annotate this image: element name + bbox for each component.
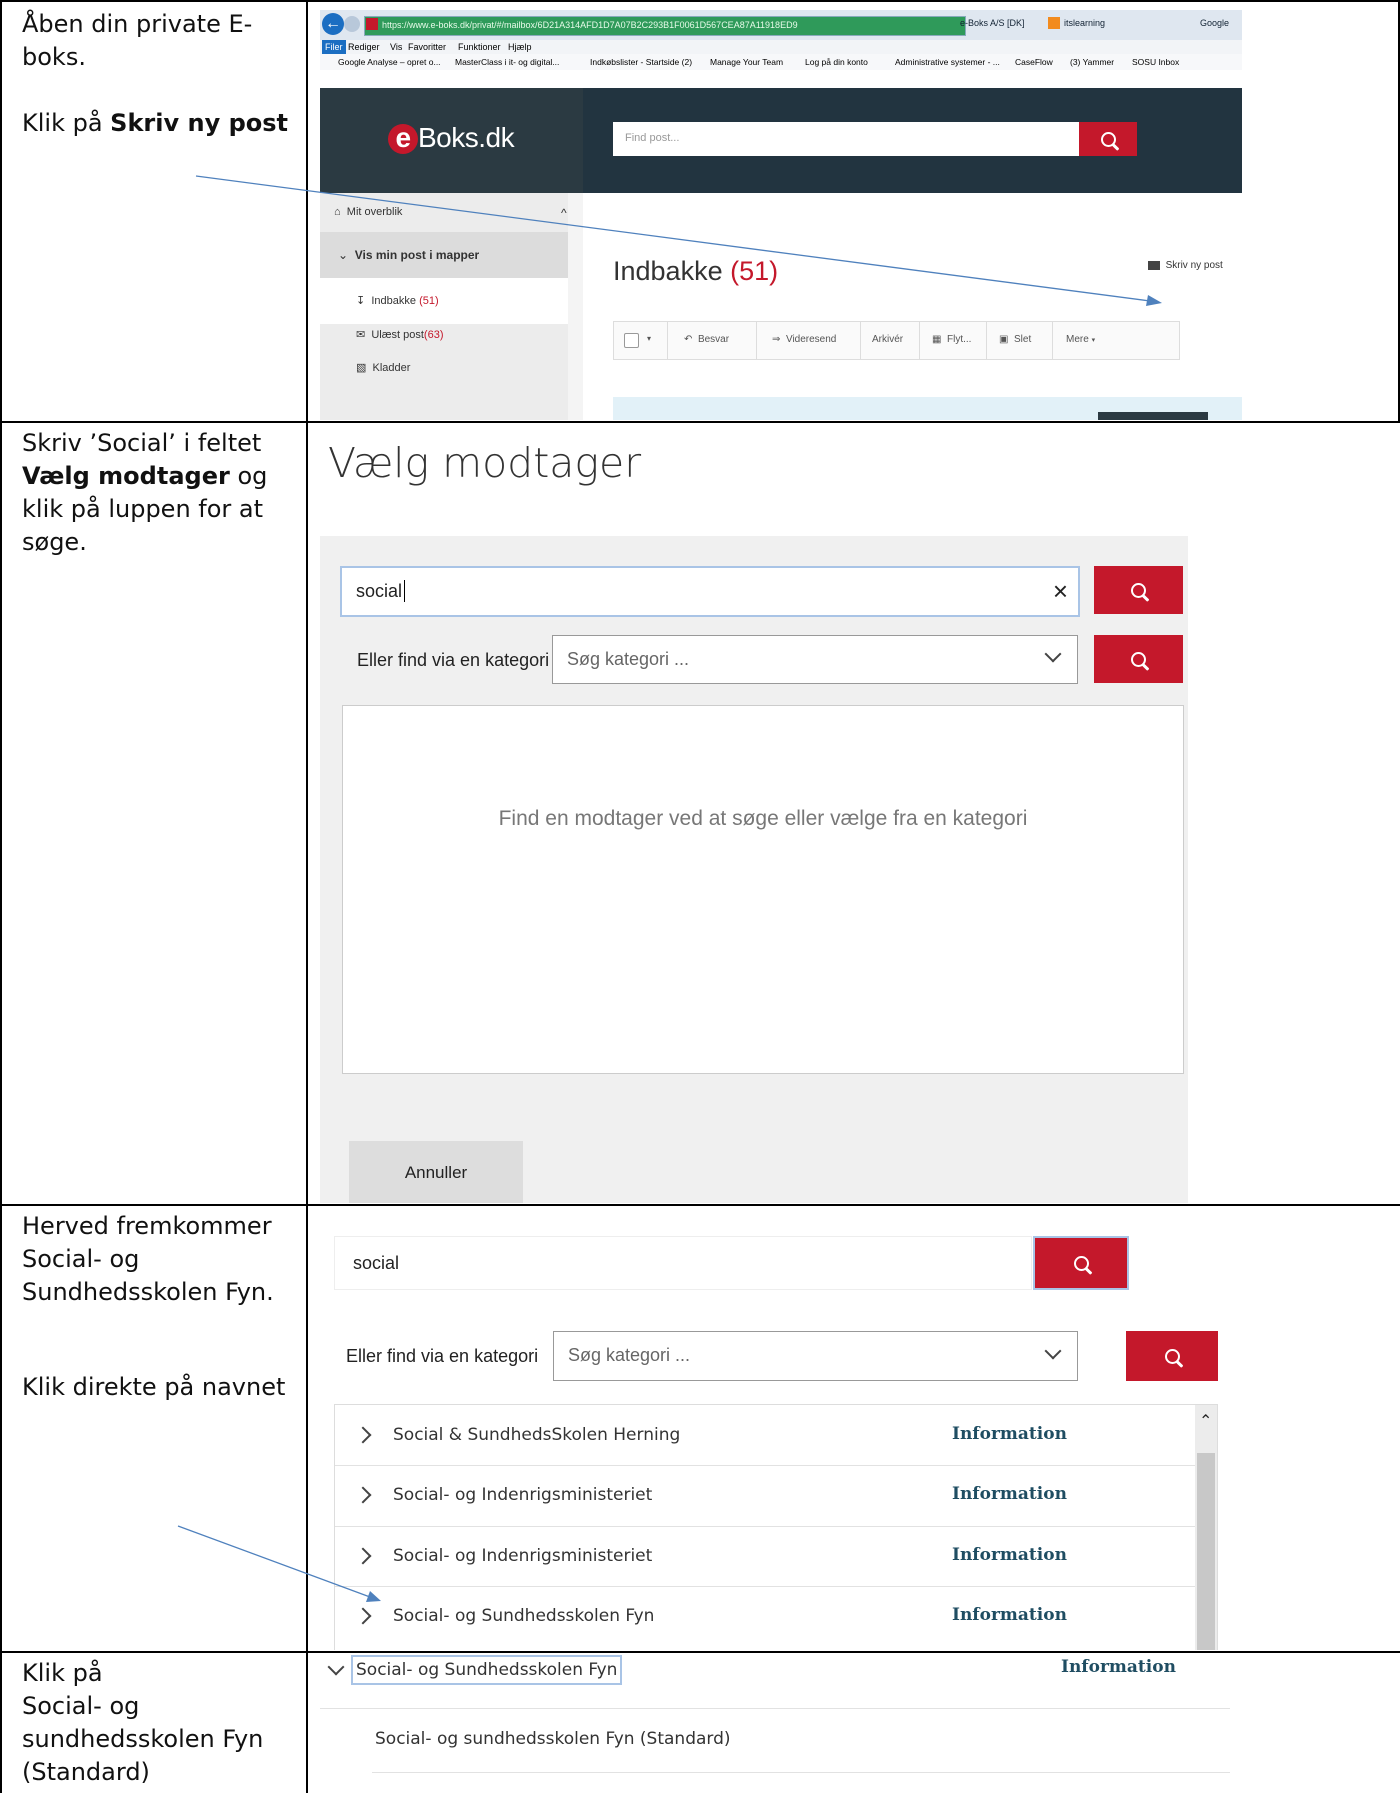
arrow-line-1 bbox=[195, 175, 1151, 302]
arrowhead-2 bbox=[366, 1591, 381, 1602]
annotation-arrows bbox=[177, 175, 1162, 1602]
arrowhead-1 bbox=[1146, 295, 1162, 306]
arrow-line-2 bbox=[177, 1525, 371, 1598]
